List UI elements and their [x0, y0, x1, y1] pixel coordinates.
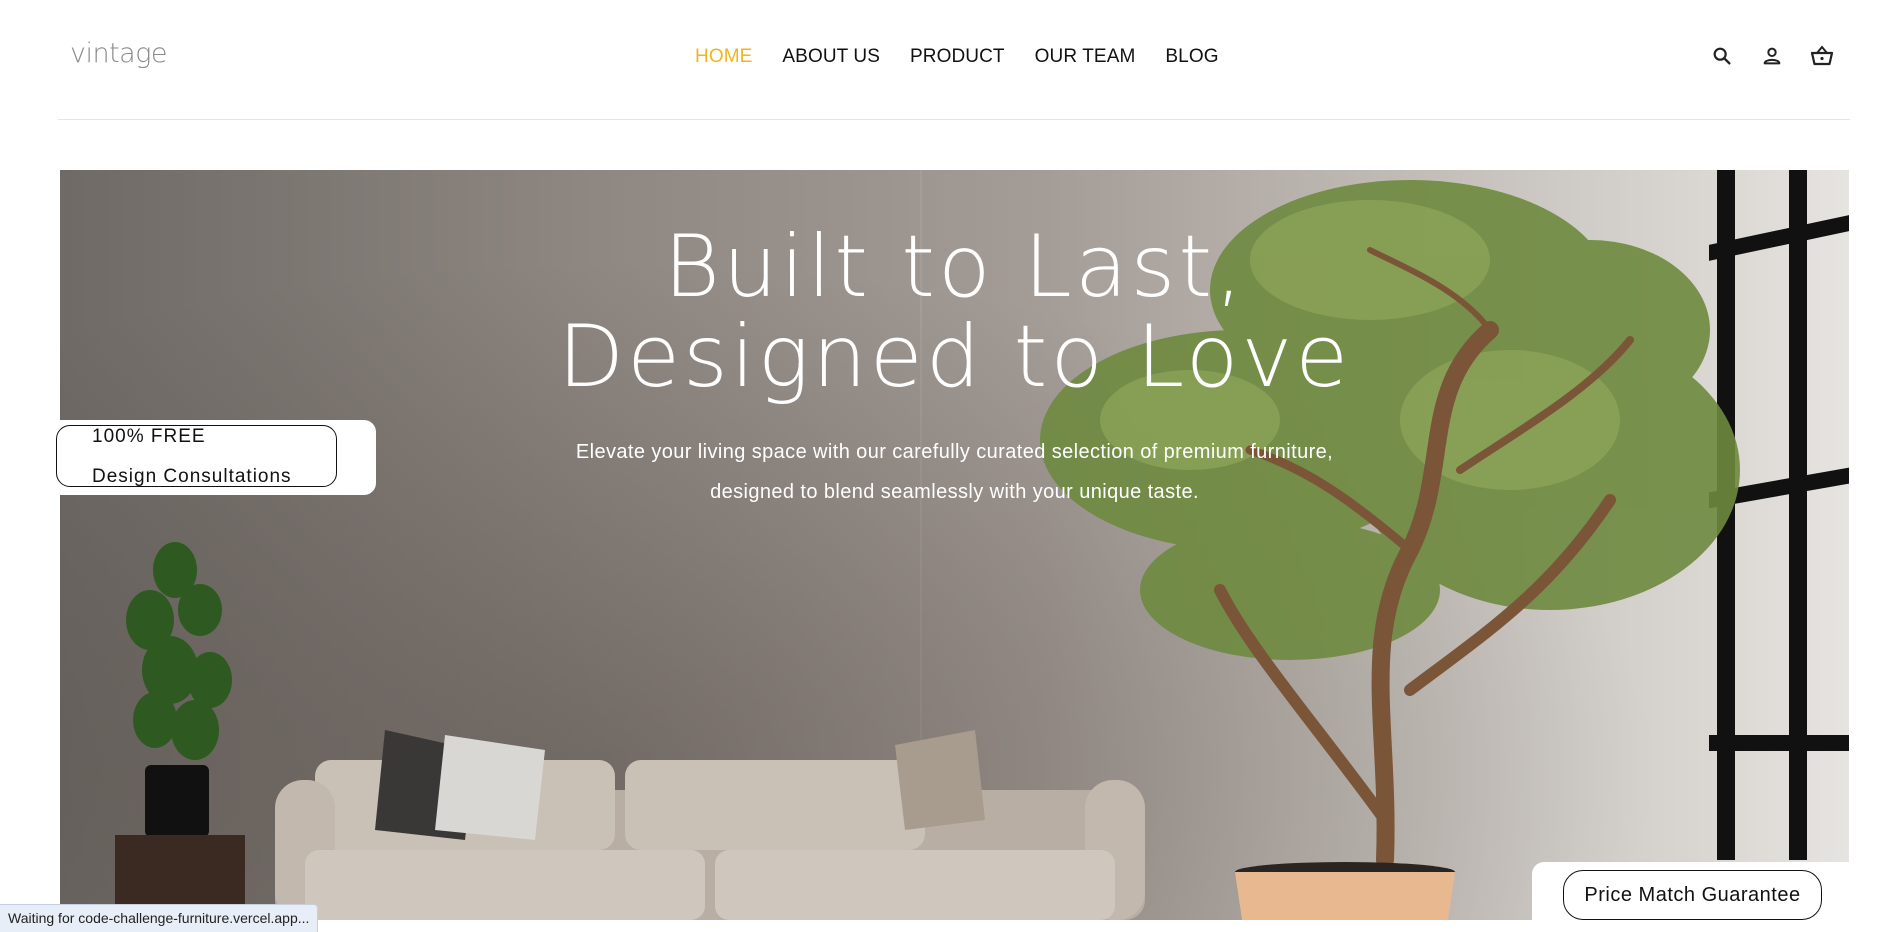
price-match-button[interactable]: Price Match Guarantee [1563, 870, 1822, 920]
hero-title-line2: Designed to Love [557, 307, 1352, 407]
header-divider [58, 119, 1850, 120]
site-header: vintage HOME ABOUT US PRODUCT OUR TEAM B… [0, 0, 1902, 120]
cart-icon[interactable] [1810, 44, 1834, 68]
nav-about-us[interactable]: ABOUT US [782, 46, 880, 68]
logo[interactable]: vintage [70, 38, 168, 69]
consultation-badge-line1: 100% FREE [92, 426, 206, 447]
nav-blog[interactable]: BLOG [1165, 46, 1218, 68]
sofa-illustration [275, 730, 1145, 920]
main-nav: HOME ABOUT US PRODUCT OUR TEAM BLOG [695, 46, 1219, 68]
nav-our-team[interactable]: OUR TEAM [1035, 46, 1136, 68]
nav-product[interactable]: PRODUCT [910, 46, 1005, 68]
planter-pot [1235, 862, 1455, 920]
nav-home[interactable]: HOME [695, 46, 752, 68]
header-tools [1710, 44, 1834, 68]
user-icon[interactable] [1760, 44, 1784, 68]
consultation-badge-line2: Design Consultations [92, 466, 292, 487]
hero-title: Built to Last, Designed to Love [60, 222, 1849, 402]
search-icon[interactable] [1710, 44, 1734, 68]
hero-title-line1: Built to Last, [663, 217, 1246, 317]
small-plant [115, 542, 245, 920]
hero-banner: Built to Last, Designed to Love Elevate … [60, 170, 1849, 920]
browser-status-bar: Waiting for code-challenge-furniture.ver… [0, 904, 319, 932]
